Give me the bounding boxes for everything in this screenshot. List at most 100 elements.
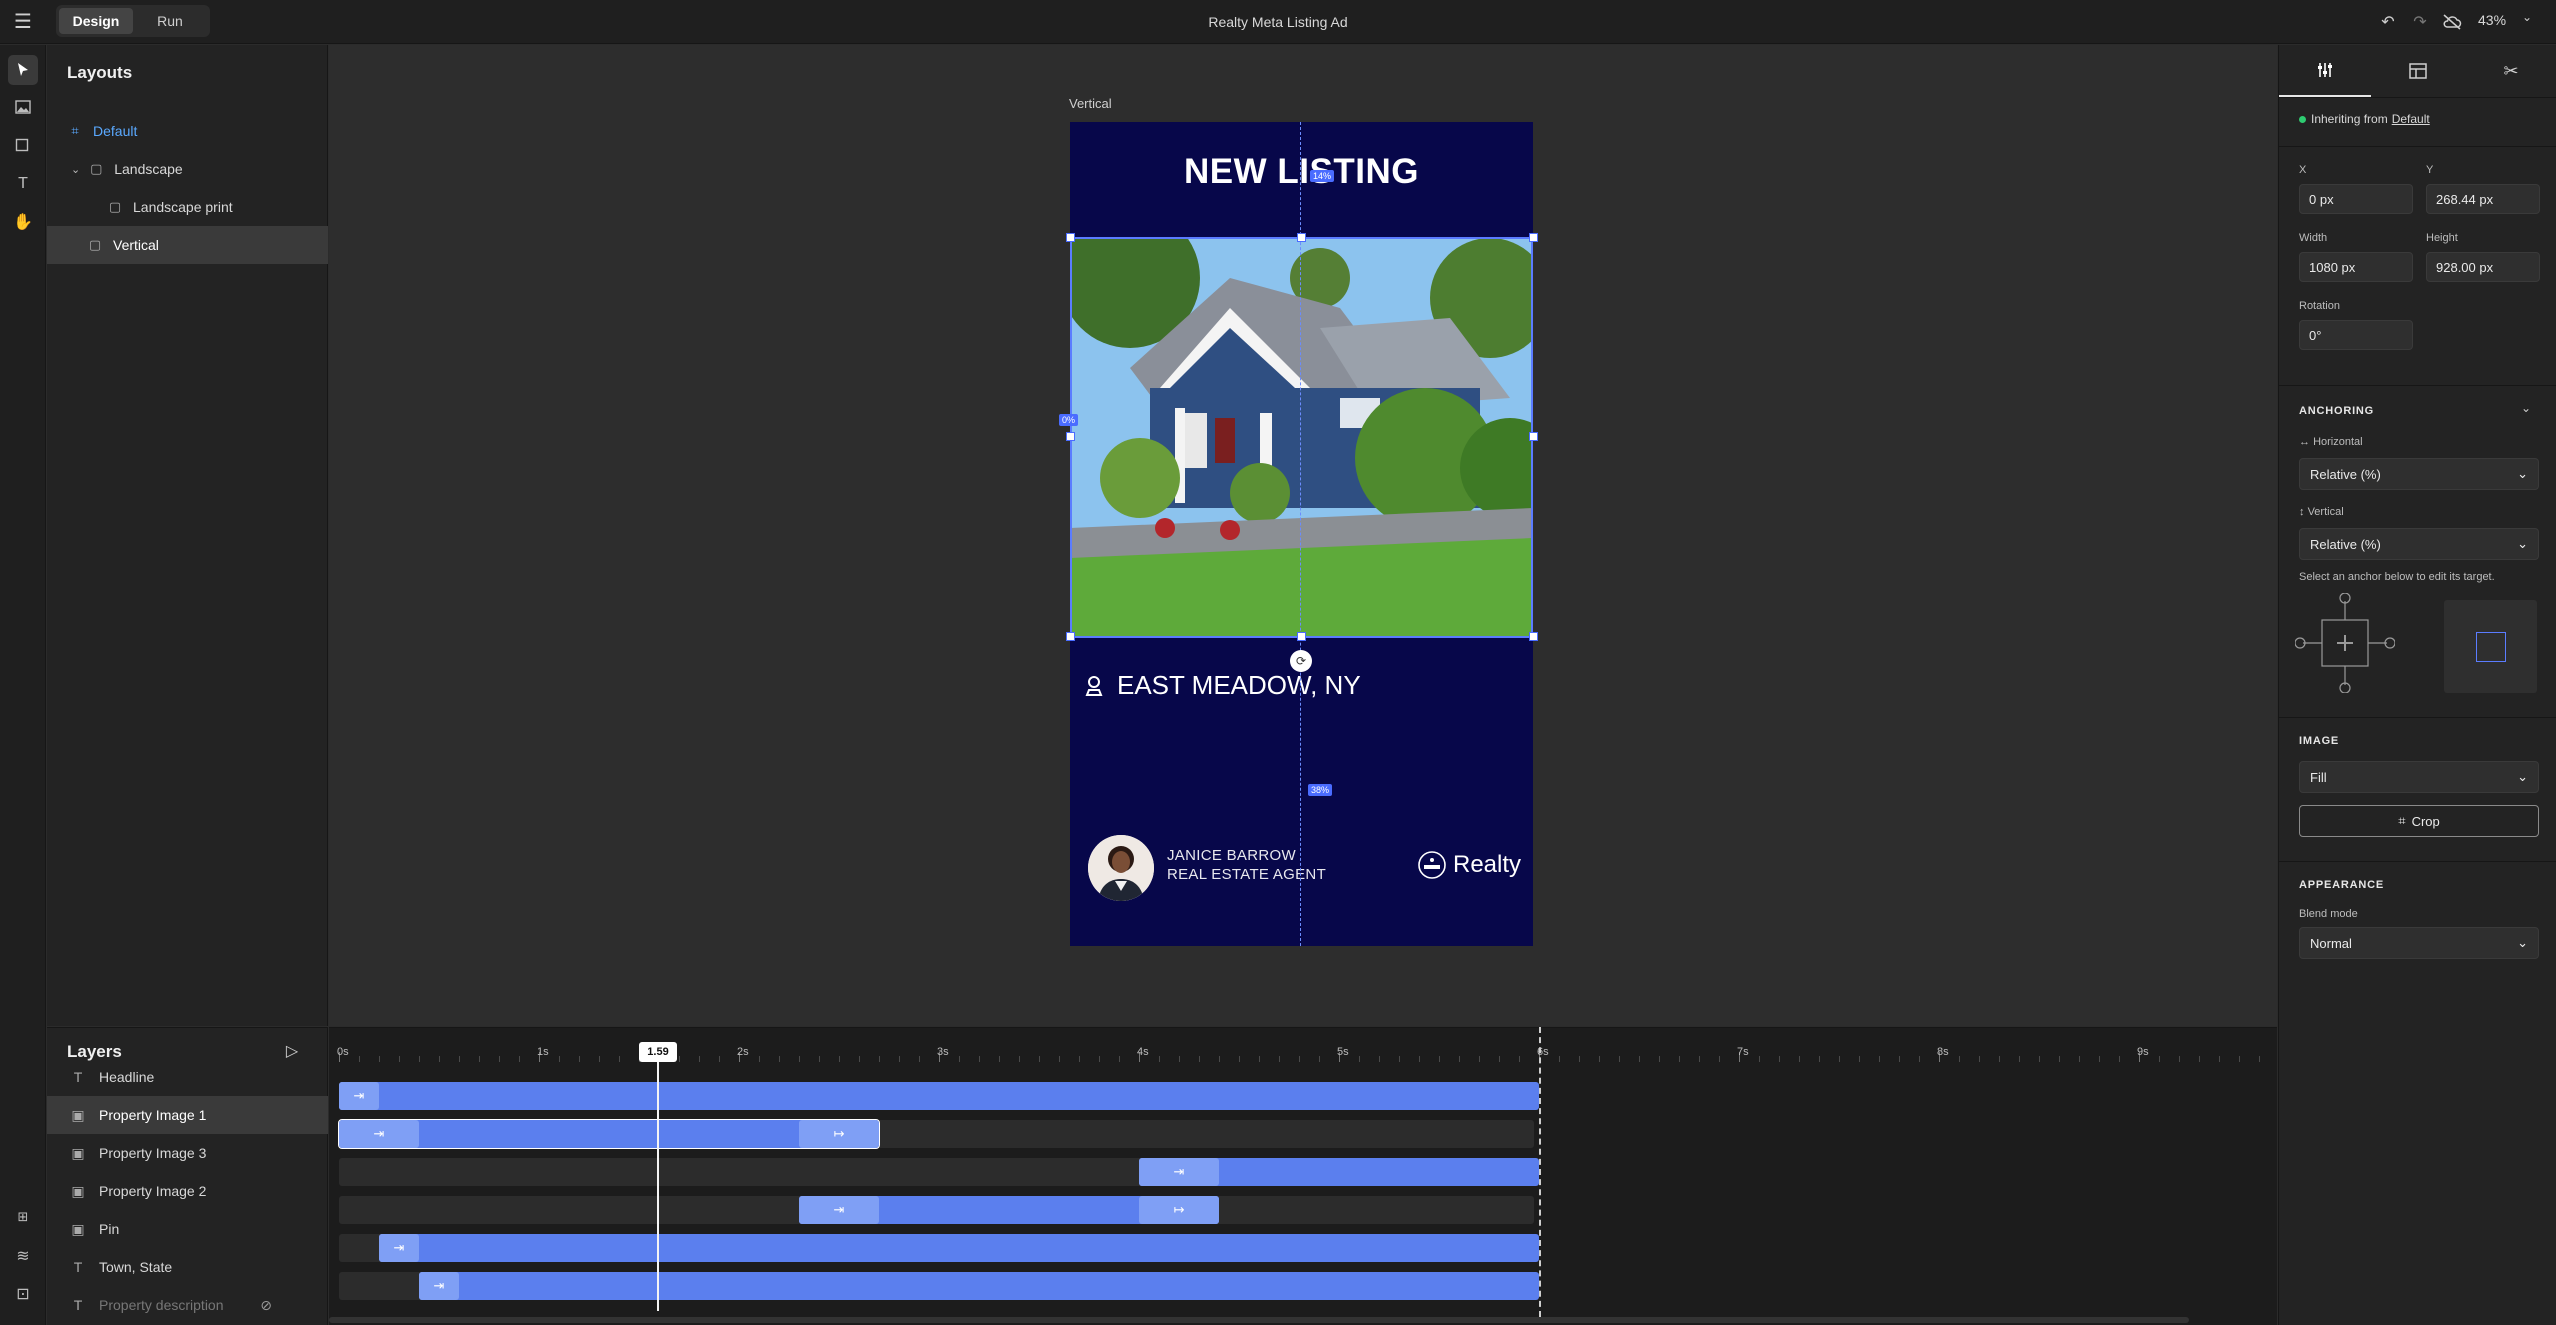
animation-in-icon[interactable]: ⇥	[379, 1234, 419, 1262]
hand-tool-icon[interactable]: ✋	[8, 207, 38, 237]
agent-avatar[interactable]	[1088, 835, 1154, 901]
chevron-down-icon: ⌄	[2517, 536, 2528, 551]
pin-icon[interactable]	[1082, 672, 1106, 700]
layout-item-landscape-print[interactable]: ▢ Landscape print	[47, 188, 328, 226]
shape-tool-icon[interactable]	[8, 131, 38, 161]
zoom-level[interactable]: 43%	[2478, 12, 2506, 28]
property-image[interactable]	[1070, 238, 1533, 638]
appearance-heading: APPEARANCE	[2299, 879, 2385, 891]
timeline[interactable]: 0s 1s 2s 3s 4s 5s 6s 7s 8s 9s ⇥ ⇥ ↦ ⇥ ⇥ ↦ ⇥ ⇥	[329, 1027, 2277, 1325]
playhead[interactable]	[657, 1043, 659, 1311]
animation-in-icon[interactable]: ⇥	[419, 1272, 459, 1300]
guide-bottom-percent: 38%	[1308, 784, 1333, 796]
data-icon[interactable]: ⊞	[8, 1202, 38, 1232]
text-icon: T	[73, 1259, 83, 1275]
animation-in-icon[interactable]: ⇥	[339, 1082, 379, 1110]
timeline-clip[interactable]	[379, 1234, 1539, 1262]
text-icon: T	[73, 1069, 83, 1085]
timeline-tick	[1499, 1056, 1500, 1062]
timeline-clip[interactable]	[339, 1082, 1539, 1110]
anchor-picker[interactable]	[2294, 592, 2396, 694]
chevron-down-icon[interactable]: ⌄	[2521, 401, 2531, 415]
inherit-link[interactable]: Default	[2392, 112, 2430, 126]
resize-handle[interactable]	[1066, 632, 1075, 641]
layout-icon: ▢	[90, 161, 103, 176]
resize-handle[interactable]	[1297, 233, 1306, 242]
timeline-tick	[1319, 1056, 1320, 1062]
chevron-down-icon: ⌄	[2517, 769, 2528, 784]
chevron-down-icon[interactable]: ⌄	[71, 163, 80, 176]
height-field[interactable]: 928.00 px	[2426, 252, 2540, 282]
layer-row-property-image-3[interactable]: ▣ Property Image 3	[47, 1134, 328, 1172]
headline-text[interactable]: NEW LISTING	[1070, 152, 1533, 192]
timeline-tick	[719, 1056, 720, 1062]
image-fit-select[interactable]: Fill ⌄	[2299, 761, 2539, 793]
layer-label: Property Image 3	[99, 1145, 207, 1161]
layer-row-pin[interactable]: ▣ Pin	[47, 1210, 328, 1248]
playhead-time[interactable]: 1.59	[639, 1042, 677, 1062]
layer-row-property-description[interactable]: T Property description ⊘	[47, 1286, 328, 1324]
select-tool-icon[interactable]	[8, 55, 38, 85]
animation-in-icon[interactable]: ⇥	[1139, 1158, 1219, 1186]
anchor-target-preview[interactable]	[2444, 600, 2537, 693]
redo-icon[interactable]: ↷	[2406, 8, 2434, 36]
timeline-tick	[2259, 1056, 2260, 1062]
vertical-anchor-select[interactable]: Relative (%) ⌄	[2299, 528, 2539, 560]
rotation-field[interactable]: 0°	[2299, 320, 2413, 350]
layout-item-vertical[interactable]: ▢ Vertical	[47, 226, 328, 264]
layer-row-town-state[interactable]: T Town, State	[47, 1248, 328, 1286]
resize-handle[interactable]	[1066, 233, 1075, 242]
artboard[interactable]: NEW LISTING EAST MEADOW, NY JANICE BARRO…	[1070, 122, 1533, 946]
resize-handle[interactable]	[1297, 632, 1306, 641]
timeline-scrollbar[interactable]	[329, 1317, 2189, 1323]
chevron-down-icon[interactable]: ⌄	[2522, 10, 2532, 24]
crop-button[interactable]: ⌗ Crop	[2299, 805, 2539, 837]
layers-icon[interactable]: ≋	[8, 1241, 38, 1271]
timeline-tick	[1399, 1056, 1400, 1062]
resize-handle[interactable]	[1529, 432, 1538, 441]
text-tool-icon[interactable]: T	[8, 169, 38, 199]
resize-handle[interactable]	[1066, 432, 1075, 441]
layer-row-property-image-2[interactable]: ▣ Property Image 2	[47, 1172, 328, 1210]
run-mode-button[interactable]: Run	[133, 8, 207, 34]
eye-off-icon[interactable]: ⊘	[260, 1297, 272, 1314]
tools-tab-icon[interactable]: ✂	[2465, 45, 2556, 97]
agent-role[interactable]: REAL ESTATE AGENT	[1167, 866, 1326, 883]
layer-row-headline[interactable]: T Headline	[47, 1058, 328, 1096]
realty-logo[interactable]: Realty	[1417, 850, 1521, 880]
y-field[interactable]: 268.44 px	[2426, 184, 2540, 214]
agent-name[interactable]: JANICE BARROW	[1167, 847, 1296, 864]
properties-tab-icon[interactable]	[2279, 45, 2371, 97]
animation-in-icon[interactable]: ⇥	[799, 1196, 879, 1224]
layout-item-default[interactable]: ⌗ Default	[47, 112, 328, 150]
timeline-tick	[959, 1056, 960, 1062]
horizontal-anchor-select[interactable]: Relative (%) ⌄	[2299, 458, 2539, 490]
components-icon[interactable]: ⊡	[8, 1279, 38, 1309]
image-icon: ▣	[71, 1220, 85, 1237]
layout-tab-icon[interactable]	[2372, 45, 2464, 97]
x-field[interactable]: 0 px	[2299, 184, 2413, 214]
animation-out-icon[interactable]: ↦	[1139, 1196, 1219, 1224]
layout-item-landscape[interactable]: ⌄ ▢ Landscape	[47, 150, 328, 188]
town-state-text[interactable]: EAST MEADOW, NY	[1117, 670, 1361, 701]
animation-in-icon[interactable]: ⇥	[339, 1120, 419, 1148]
resize-handle[interactable]	[1529, 233, 1538, 242]
image-tool-icon[interactable]	[8, 92, 38, 122]
width-field[interactable]: 1080 px	[2299, 252, 2413, 282]
rotate-handle-icon[interactable]: ⟳	[1290, 650, 1312, 672]
animation-out-icon[interactable]: ↦	[799, 1120, 879, 1148]
undo-icon[interactable]: ↶	[2374, 8, 2402, 36]
blend-mode-select[interactable]: Normal ⌄	[2299, 927, 2539, 959]
design-mode-button[interactable]: Design	[59, 8, 133, 34]
menu-icon[interactable]: ☰	[12, 10, 34, 33]
timeline-end-marker[interactable]	[1539, 1027, 1541, 1317]
vertical-anchor-value: Relative (%)	[2310, 536, 2381, 552]
resize-handle[interactable]	[1529, 632, 1538, 641]
timeline-clip[interactable]	[419, 1272, 1539, 1300]
layer-row-property-image-1[interactable]: ▣ Property Image 1	[47, 1096, 328, 1134]
timeline-clip[interactable]	[338, 1119, 880, 1149]
timeline-tick	[1619, 1056, 1620, 1062]
crop-icon: ⌗	[2398, 813, 2406, 828]
cloud-off-icon[interactable]	[2438, 8, 2466, 36]
timeline-tick	[2219, 1056, 2220, 1062]
